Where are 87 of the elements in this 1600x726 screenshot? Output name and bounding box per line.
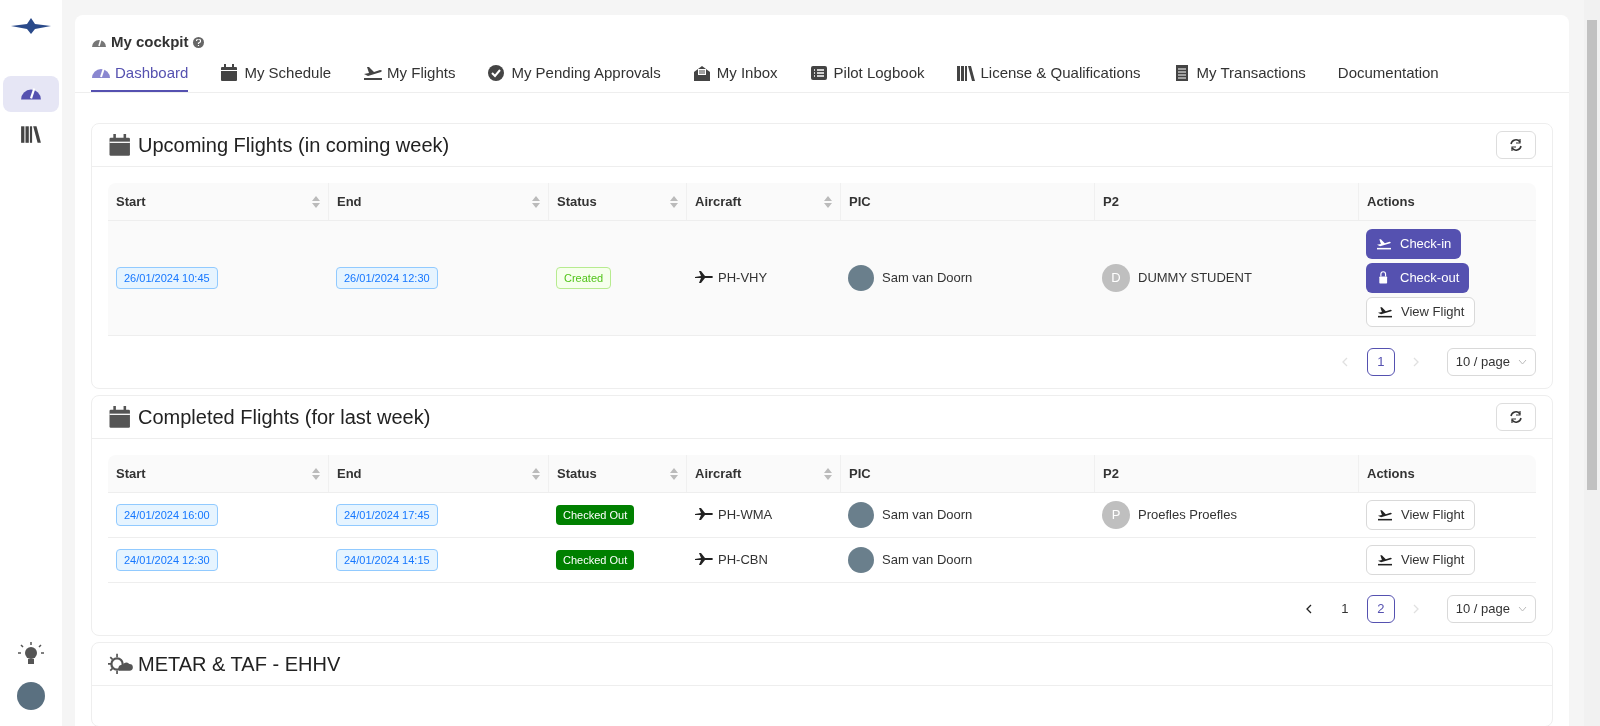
aircraft-registration: PH-CBN [718, 551, 768, 570]
sort-icon[interactable] [670, 467, 678, 480]
lightbulb-icon[interactable] [18, 642, 44, 666]
pilot-name: DUMMY STUDENT [1138, 269, 1252, 288]
column-header[interactable]: P2 [1103, 191, 1119, 212]
tab[interactable]: My Inbox [692, 61, 778, 92]
page-title: My cockpit [111, 32, 189, 52]
tab[interactable]: My Schedule [220, 61, 332, 92]
refresh-icon [1509, 138, 1523, 152]
column-header[interactable]: PIC [849, 191, 871, 212]
tab[interactable]: Pilot Logbook [809, 61, 925, 92]
date-tag: 24/01/2024 16:00 [116, 503, 218, 527]
status-tag: Checked Out [556, 504, 635, 526]
column-header[interactable]: Start [116, 463, 146, 484]
list-icon [809, 63, 830, 82]
column-header[interactable]: End [337, 463, 362, 484]
tab[interactable]: License & Qualifications [956, 61, 1141, 92]
check-out-button[interactable]: Check-out [1366, 263, 1470, 293]
chevron-down-icon [1518, 606, 1527, 612]
column-header[interactable]: Actions [1367, 463, 1415, 484]
column-header[interactable]: Aircraft [695, 191, 742, 212]
books-icon [956, 63, 977, 82]
column-header[interactable]: PIC [849, 463, 871, 484]
column-header[interactable]: End [337, 191, 362, 212]
tab[interactable]: My Pending Approvals [487, 61, 661, 92]
pilot-name: Sam van Doorn [882, 506, 973, 525]
page-button[interactable]: 1 [1366, 348, 1395, 376]
date-tag: 24/01/2024 14:15 [336, 548, 438, 572]
page-size-select[interactable]: 10 / page [1446, 595, 1536, 623]
refresh-button[interactable] [1496, 403, 1536, 431]
page-button[interactable]: 2 [1366, 595, 1395, 623]
sort-icon[interactable] [312, 195, 320, 208]
section-title: Completed Flights (for last week) [138, 405, 431, 430]
tab[interactable]: Dashboard [91, 61, 189, 92]
sort-icon[interactable] [532, 195, 540, 208]
aircraft-registration: PH-VHY [718, 269, 768, 288]
initial-avatar: D [1102, 264, 1130, 292]
section-title: METAR & TAF - EHHV [138, 652, 341, 677]
user-avatar [848, 547, 874, 573]
view-flight-button[interactable]: View Flight [1366, 297, 1476, 327]
sort-icon[interactable] [532, 467, 540, 480]
initial-avatar: P [1102, 501, 1130, 529]
sort-icon[interactable] [824, 195, 832, 208]
sort-icon[interactable] [312, 467, 320, 480]
column-header[interactable]: Start [116, 191, 146, 212]
airplane-icon [1377, 508, 1393, 522]
status-tag: Checked Out [556, 549, 635, 571]
gauge-icon[interactable] [3, 76, 59, 112]
page-button[interactable]: 1 [1330, 595, 1359, 623]
date-tag: 26/01/2024 10:45 [116, 266, 218, 290]
page-size-select[interactable]: 10 / page [1446, 348, 1536, 376]
pilot-name: Sam van Doorn [882, 551, 973, 570]
view-flight-button[interactable]: View Flight [1366, 500, 1476, 530]
tab[interactable]: My Transactions [1172, 61, 1306, 92]
envelope-icon [692, 63, 713, 82]
sun-cloud-icon [108, 652, 134, 676]
view-flight-button[interactable]: View Flight [1366, 545, 1476, 575]
date-tag: 24/01/2024 17:45 [336, 503, 438, 527]
tab[interactable]: Documentation [1337, 61, 1439, 92]
aircraft-registration: PH-WMA [718, 506, 773, 525]
refresh-button[interactable] [1496, 131, 1536, 159]
tab[interactable]: My Flights [363, 61, 456, 92]
sort-icon[interactable] [824, 467, 832, 480]
user-avatar [848, 502, 874, 528]
user-avatar[interactable] [17, 682, 45, 710]
pilot-name: Proefles Proefles [1138, 506, 1237, 525]
airplane-icon [1377, 305, 1393, 319]
section-title: Upcoming Flights (in coming week) [138, 133, 450, 158]
user-avatar [848, 265, 874, 291]
date-tag: 26/01/2024 12:30 [336, 266, 438, 290]
status-tag: Created [556, 266, 612, 290]
scrollbar[interactable] [1584, 0, 1600, 726]
refresh-icon [1509, 410, 1523, 424]
column-header[interactable]: P2 [1103, 463, 1119, 484]
column-header[interactable]: Status [557, 191, 597, 212]
column-header[interactable]: Status [557, 463, 597, 484]
help-icon[interactable] [192, 36, 204, 48]
sort-icon[interactable] [670, 195, 678, 208]
date-tag: 24/01/2024 12:30 [116, 548, 218, 572]
logo-icon [11, 16, 51, 36]
airplane-icon [1377, 553, 1393, 567]
chevron-down-icon [1518, 359, 1527, 365]
airplane-icon [1376, 237, 1392, 251]
column-header[interactable]: Aircraft [695, 463, 742, 484]
column-header[interactable]: Actions [1367, 191, 1415, 212]
pilot-name: Sam van Doorn [882, 269, 973, 288]
check-in-button[interactable]: Check-in [1366, 229, 1462, 259]
